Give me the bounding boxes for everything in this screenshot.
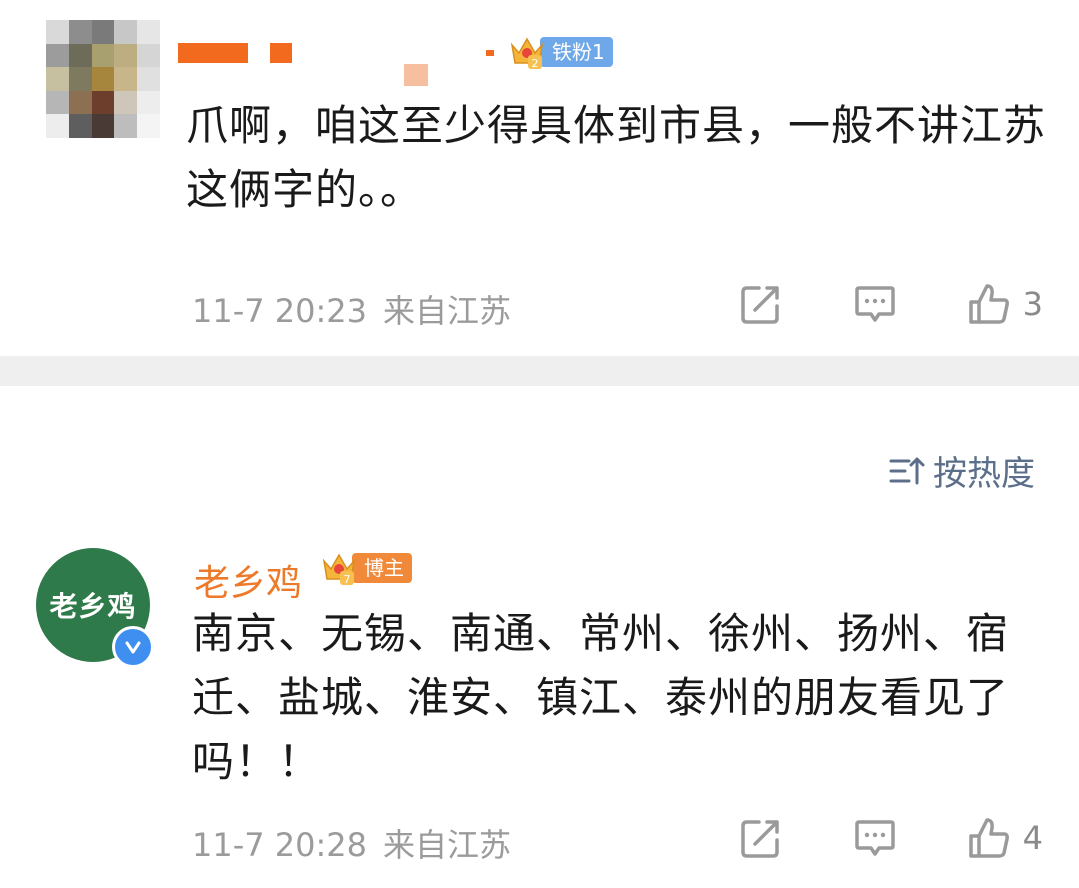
verified-icon xyxy=(112,626,154,668)
comment-actions: 3 xyxy=(739,282,1043,326)
comment-meta: 11-7 20:23 来自江苏 xyxy=(192,286,527,332)
comment-icon[interactable] xyxy=(853,282,897,326)
comment-meta: 11-7 20:28 来自江苏 xyxy=(192,820,527,866)
fan-badge[interactable]: 2 铁粉1 xyxy=(508,34,613,70)
share-icon[interactable] xyxy=(739,282,783,326)
avatar-text: 老乡鸡 xyxy=(49,590,137,623)
comment-time: 11-7 20:28 xyxy=(192,826,368,864)
badge-label: 铁粉1 xyxy=(540,37,613,67)
comment-item: 按热度 老乡鸡 老乡鸡 7 博主 南京、无锡、南通、常州、徐州、扬州、宿迁、盐城… xyxy=(0,386,1079,888)
svg-text:2: 2 xyxy=(532,57,539,70)
comment-actions: 4 xyxy=(739,816,1043,860)
share-icon[interactable] xyxy=(739,816,783,860)
comment-location: 来自江苏 xyxy=(383,826,512,864)
comment-text: 爪啊，咱这至少得具体到市县，一般不讲江苏这俩字的。。 xyxy=(186,101,1047,214)
badge-label: 博主 xyxy=(352,553,412,583)
comment-item: 2 铁粉1 爪啊，咱这至少得具体到市县，一般不讲江苏这俩字的。。 11-7 20… xyxy=(0,0,1079,356)
username-redacted xyxy=(270,43,292,63)
username-redacted xyxy=(486,50,494,56)
crown-icon: 2 xyxy=(510,37,544,70)
sort-icon xyxy=(889,457,925,484)
username[interactable]: 老乡鸡 xyxy=(194,554,302,606)
username-redacted[interactable] xyxy=(178,43,248,63)
like-count: 4 xyxy=(1022,819,1043,857)
svg-text:7: 7 xyxy=(344,573,351,586)
comment-location: 来自江苏 xyxy=(383,292,512,330)
section-divider xyxy=(0,356,1079,386)
like-icon[interactable] xyxy=(967,816,1011,860)
author-badge[interactable]: 7 博主 xyxy=(320,550,412,586)
sort-by-hot-button[interactable]: 按热度 xyxy=(889,446,1035,495)
comment-icon[interactable] xyxy=(853,816,897,860)
avatar[interactable] xyxy=(46,20,160,138)
like-count: 3 xyxy=(1022,285,1043,323)
comment-time: 11-7 20:23 xyxy=(192,292,368,330)
like-icon[interactable] xyxy=(967,282,1011,326)
sort-label: 按热度 xyxy=(933,454,1035,494)
comment-text: 南京、无锡、南通、常州、徐州、扬州、宿迁、盐城、淮安、镇江、泰州的朋友看见了吗！… xyxy=(192,609,1010,786)
username-redacted xyxy=(404,64,428,86)
crown-icon: 7 xyxy=(322,553,356,586)
